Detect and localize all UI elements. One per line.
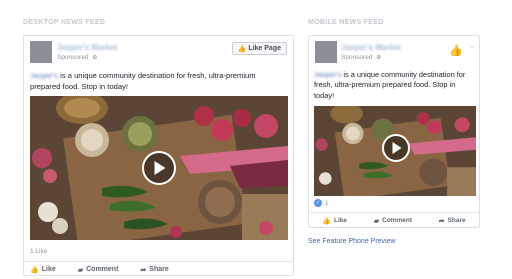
share-icon: ➦ xyxy=(438,217,445,225)
share-label: Share xyxy=(149,266,169,273)
desktop-ad-card: Jasper's Market Sponsored ⊕ 👍 Like Page … xyxy=(23,35,294,276)
post-header: Jasper's Market Sponsored ⊕ 👍 ⌄ xyxy=(309,36,479,66)
sponsored-text: Sponsored xyxy=(57,54,89,61)
action-bar: 👍 Like ▰ Comment ➦ Share xyxy=(309,212,479,227)
like-button[interactable]: 👍 Like xyxy=(30,266,56,274)
globe-icon: ⊕ xyxy=(376,55,382,61)
comment-label: Comment xyxy=(86,266,119,273)
share-button[interactable]: ➦ Share xyxy=(439,217,466,225)
avatar[interactable] xyxy=(30,41,52,63)
play-icon[interactable] xyxy=(382,134,410,162)
avatar[interactable] xyxy=(315,41,337,63)
sponsored-text: Sponsored xyxy=(341,54,373,61)
like-button[interactable]: 👍 Like xyxy=(322,217,347,225)
post-header: Jasper's Market Sponsored ⊕ 👍 Like Page xyxy=(24,36,293,66)
thumbs-up-icon: 👍 xyxy=(30,266,39,274)
mobile-section-label: MOBILE NEWS FEED xyxy=(308,19,384,26)
video-thumbnail[interactable] xyxy=(30,96,288,240)
comment-icon: ▰ xyxy=(373,217,380,225)
likes-line[interactable]: ✓ 1 xyxy=(314,199,329,207)
post-text: Jasper's is a unique community destinati… xyxy=(30,71,288,92)
post-text: Jasper's is a unique community destinati… xyxy=(314,70,476,101)
share-icon: ➦ xyxy=(140,266,147,274)
post-text-body: is a unique community destination for fr… xyxy=(30,71,256,91)
desktop-section-label: DESKTOP NEWS FEED xyxy=(23,19,106,26)
page-name[interactable]: Jasper's Market xyxy=(57,43,117,52)
globe-icon: ⊕ xyxy=(92,55,98,61)
comment-button[interactable]: ▰ Comment xyxy=(374,217,412,225)
share-button[interactable]: ➦ Share xyxy=(140,266,168,274)
comment-button[interactable]: ▰ Comment xyxy=(78,266,119,274)
like-page-label: Like Page xyxy=(248,45,281,52)
likes-count[interactable]: 1 Like xyxy=(30,248,47,255)
like-label: Like xyxy=(41,266,56,273)
sponsored-label: Sponsored ⊕ xyxy=(341,54,381,61)
thumbs-up-icon[interactable]: 👍 xyxy=(449,44,463,58)
likes-count: 1 xyxy=(325,199,329,207)
post-text-page-name[interactable]: Jasper's xyxy=(314,70,341,79)
like-label: Like xyxy=(334,217,348,224)
feature-phone-preview-link[interactable]: See Feature Phone Preview xyxy=(308,238,396,245)
sponsored-label: Sponsored ⊕ xyxy=(57,54,97,61)
share-label: Share xyxy=(447,217,466,224)
thumbs-up-icon: 👍 xyxy=(322,217,332,225)
play-icon[interactable] xyxy=(142,151,176,185)
like-page-button[interactable]: 👍 Like Page xyxy=(231,42,287,55)
mobile-ad-card: Jasper's Market Sponsored ⊕ 👍 ⌄ Jasper's… xyxy=(308,35,480,228)
like-reaction-icon: ✓ xyxy=(314,199,322,207)
chevron-down-icon[interactable]: ⌄ xyxy=(469,42,475,50)
comment-icon: ▰ xyxy=(77,266,84,274)
thumbs-up-icon: 👍 xyxy=(237,45,247,53)
post-text-page-name[interactable]: Jasper's xyxy=(30,71,58,80)
video-thumbnail[interactable] xyxy=(314,106,476,196)
comment-label: Comment xyxy=(382,217,413,224)
page-name[interactable]: Jasper's Market xyxy=(341,43,401,52)
action-bar: 👍 Like ▰ Comment ➦ Share xyxy=(24,261,293,275)
